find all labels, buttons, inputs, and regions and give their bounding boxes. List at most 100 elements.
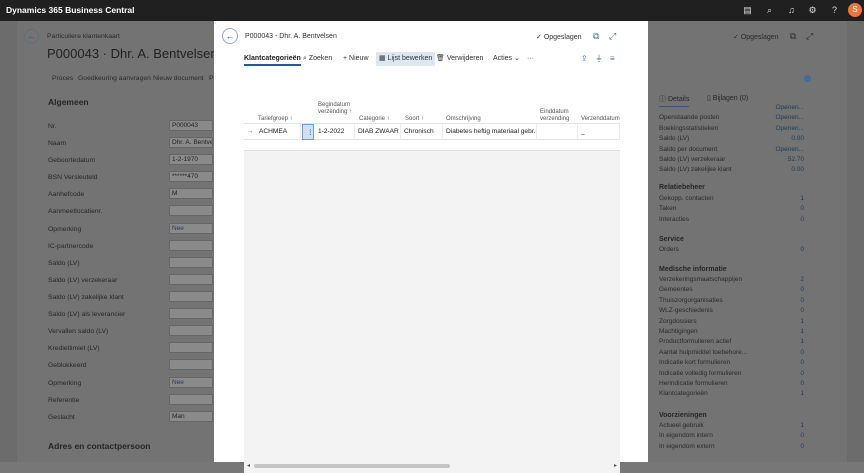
factbox-row-value[interactable]: 1: [800, 328, 804, 335]
field-input[interactable]: [169, 342, 213, 353]
factbox-row[interactable]: Openstaande posten Openen...: [659, 114, 804, 121]
factbox-row[interactable]: Orders 0: [659, 246, 804, 253]
factbox-row[interactable]: Saldo (LV) verzekeraar 52.70: [659, 156, 804, 163]
factbox-row-value[interactable]: 0: [800, 349, 804, 356]
factbox-heading[interactable]: Voorzieningen: [659, 412, 707, 419]
factbox-row-value[interactable]: 0.00: [791, 135, 804, 142]
document-icon[interactable]: ▤: [741, 4, 754, 17]
field-input[interactable]: Nee: [169, 377, 213, 388]
factbox-row[interactable]: Saldo (LV) zakelijke klant 0.00: [659, 166, 804, 173]
cell-tariefgroep[interactable]: ACHMEA: [256, 124, 301, 140]
factbox-row-value[interactable]: 0: [800, 205, 804, 212]
factbox-row-value[interactable]: 0: [800, 307, 804, 314]
scroll-left-icon[interactable]: ◂: [247, 462, 250, 469]
bg-section-general[interactable]: Algemeen: [48, 97, 89, 107]
factbox-row-value[interactable]: Openen...: [775, 104, 804, 111]
factbox-row[interactable]: Gemeentes 0: [659, 286, 804, 293]
row-menu-icon[interactable]: ⋮: [302, 124, 314, 140]
factbox-row[interactable]: Gekopp. contacten 1: [659, 195, 804, 202]
tab-attachments[interactable]: ▯ Bijlagen (0): [707, 94, 748, 102]
cell-begindatum[interactable]: 1-2-2022: [315, 124, 355, 140]
new-button[interactable]: + Nieuw: [343, 52, 369, 66]
field-input[interactable]: M: [169, 188, 213, 199]
factbox-row-value[interactable]: 0: [800, 359, 804, 366]
factbox-row[interactable]: Boekingsstatistieken Openen...: [659, 125, 804, 132]
app-title[interactable]: Dynamics 365 Business Central: [6, 5, 135, 15]
field-input[interactable]: [169, 359, 213, 370]
gear-icon[interactable]: ⚙: [806, 4, 819, 17]
col-einddatum[interactable]: Einddatum verzending: [540, 109, 574, 123]
tab-details[interactable]: ⓘ Details: [659, 94, 690, 107]
col-categorie[interactable]: Categorie ↑: [359, 116, 390, 123]
factbox-row[interactable]: In eigendom intern 0: [659, 432, 804, 439]
cell-einddatum[interactable]: [537, 124, 578, 140]
factbox-row-value[interactable]: 1: [800, 338, 804, 345]
back-button[interactable]: ←: [222, 28, 238, 44]
horizontal-scrollbar[interactable]: ◂ ▸: [247, 462, 617, 470]
factbox-row-value[interactable]: 0: [800, 246, 804, 253]
factbox-row-value[interactable]: 1: [800, 195, 804, 202]
empty-row[interactable]: [244, 140, 620, 151]
factbox-heading[interactable]: Relatiebeheer: [659, 184, 705, 191]
factbox-row-value[interactable]: 1: [800, 390, 804, 397]
filter-icon[interactable]: ⏚: [595, 52, 603, 66]
bg-popout-icon[interactable]: ⧉: [790, 31, 796, 42]
field-input[interactable]: ******470: [169, 171, 213, 182]
field-input[interactable]: [169, 291, 213, 302]
delete-button[interactable]: 🗑 Verwijderen: [436, 52, 483, 66]
field-input[interactable]: [169, 274, 213, 285]
factbox-row-value[interactable]: 1: [800, 422, 804, 429]
cell-soort[interactable]: Chronisch: [401, 124, 443, 140]
col-begindatum[interactable]: Begindatum verzending ↑: [318, 102, 356, 116]
col-omschrijving[interactable]: Omschrijving: [446, 116, 481, 123]
factbox-row[interactable]: Herindicatie formulieren 0: [659, 380, 804, 387]
factbox-row-value[interactable]: 0: [800, 432, 804, 439]
field-input[interactable]: [169, 257, 213, 268]
table-row[interactable]: → ACHMEA ⋮ 1-2-2022 DIAB ZWAAR Chronisch…: [244, 124, 620, 140]
field-input[interactable]: [169, 240, 213, 251]
factbox-row-value[interactable]: 0: [800, 370, 804, 377]
avatar[interactable]: S: [848, 3, 862, 17]
actions-menu[interactable]: Acties ⌄: [493, 52, 520, 66]
bg-action-goedkeuring[interactable]: Goedkeuring aanvragen: [78, 75, 151, 82]
scroll-right-icon[interactable]: ▸: [614, 462, 617, 469]
factbox-heading[interactable]: Service: [659, 236, 684, 243]
field-input[interactable]: 1-2-1970: [169, 154, 213, 165]
factbox-row[interactable]: Indicatie volledig formulieren 0: [659, 370, 804, 377]
factbox-row[interactable]: Indicatie kort formulieren 0: [659, 359, 804, 366]
factbox-row-value[interactable]: 0: [800, 297, 804, 304]
bg-expand-icon[interactable]: ⤢: [806, 31, 813, 42]
factbox-row-value[interactable]: 0: [800, 380, 804, 387]
factbox-row[interactable]: Zorgdossiers 1: [659, 318, 804, 325]
factbox-row[interactable]: Machtigingen 1: [659, 328, 804, 335]
more-button[interactable]: ···: [527, 52, 534, 66]
factbox-row[interactable]: In eigendom extern 0: [659, 443, 804, 450]
cell-categorie[interactable]: DIAB ZWAAR: [355, 124, 401, 140]
field-input[interactable]: [169, 205, 213, 216]
col-verzenddatum[interactable]: Verzenddatum: [581, 116, 620, 123]
factbox-row-value[interactable]: Openen...: [775, 146, 804, 153]
factbox-row[interactable]: Taken 0: [659, 205, 804, 212]
share-icon[interactable]: ⇪: [581, 52, 588, 66]
factbox-row[interactable]: Aantal hulpmiddel toebehore... 0: [659, 349, 804, 356]
factbox-row[interactable]: Interacties 0: [659, 216, 804, 223]
bg-section-address[interactable]: Adres en contactpersoon: [48, 441, 151, 451]
factbox-row[interactable]: Verzekeringsmaatschappijen 2: [659, 276, 804, 283]
field-input[interactable]: [169, 325, 213, 336]
help-icon[interactable]: ?: [828, 4, 841, 17]
field-input[interactable]: Nee: [169, 223, 213, 234]
factbox-row[interactable]: Saldo (LV) 0.00: [659, 135, 804, 142]
factbox-heading[interactable]: Medische informatie: [659, 266, 727, 273]
factbox-row[interactable]: Actueel gebruik 1: [659, 422, 804, 429]
factbox-row-value[interactable]: 0: [800, 443, 804, 450]
field-input[interactable]: P000043: [169, 120, 213, 131]
info-icon[interactable]: [804, 75, 811, 82]
factbox-row-value[interactable]: 52.70: [788, 156, 804, 163]
field-input[interactable]: [169, 308, 213, 319]
field-input[interactable]: Dhr. A. Bentvel: [169, 137, 213, 148]
edit-list-button[interactable]: ▦ Lijst bewerken: [376, 52, 436, 66]
search-button[interactable]: ⌕ Zoeken: [303, 52, 332, 66]
cell-verzenddatum[interactable]: _: [578, 124, 620, 140]
bg-action-nieuw-document[interactable]: Nieuw document: [153, 75, 204, 82]
factbox-row[interactable]: Saldo per document Openen...: [659, 146, 804, 153]
